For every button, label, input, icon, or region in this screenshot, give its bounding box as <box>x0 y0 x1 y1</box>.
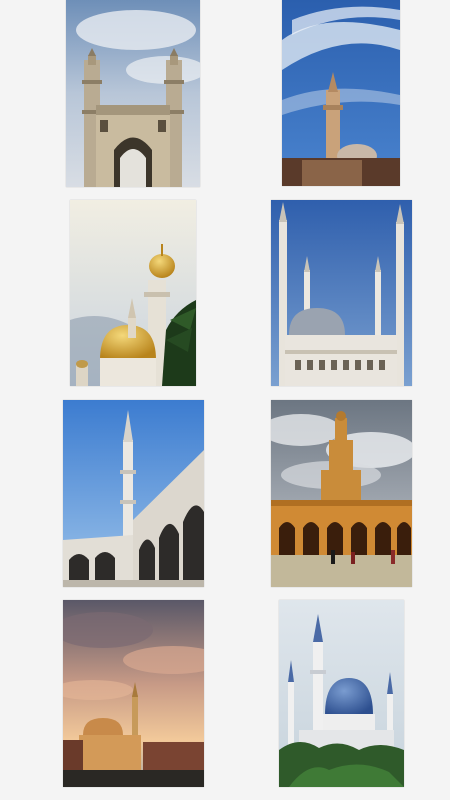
blue-dome-image <box>279 600 404 787</box>
photo-thumbnail-1[interactable] <box>66 0 200 187</box>
photo-thumbnail-2[interactable] <box>282 0 400 186</box>
minaret-image <box>282 0 400 186</box>
courtyard-arcade-image <box>63 400 204 587</box>
photo-thumbnail-6[interactable] <box>271 400 412 587</box>
photo-thumbnail-3[interactable] <box>70 200 196 386</box>
photo-thumbnail-4[interactable] <box>271 200 412 386</box>
golden-dome-image <box>70 200 196 386</box>
white-mosque-image <box>271 200 412 386</box>
photo-grid <box>0 0 450 800</box>
photo-thumbnail-7[interactable] <box>63 600 204 787</box>
sunset-mosque-image <box>63 600 204 787</box>
photo-thumbnail-5[interactable] <box>63 400 204 587</box>
photo-thumbnail-8[interactable] <box>279 600 404 787</box>
charminar-image <box>66 0 200 187</box>
spiral-minaret-image <box>271 400 412 587</box>
